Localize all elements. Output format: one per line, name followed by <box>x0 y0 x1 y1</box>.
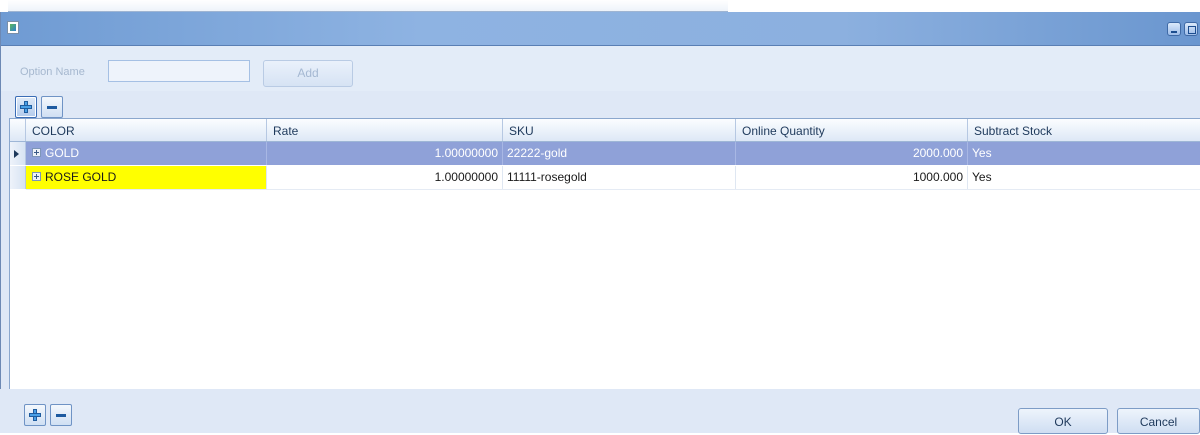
top-strip <box>0 0 1200 12</box>
header-corner <box>10 119 26 141</box>
cell-online-quantity[interactable]: 2000.000 <box>736 142 968 165</box>
cell-online-quantity[interactable]: 1000.000 <box>736 166 968 189</box>
minus-icon <box>47 106 57 109</box>
cell-subtract-stock[interactable]: Yes <box>968 166 1200 189</box>
cell-subtract-stock[interactable]: Yes <box>968 142 1200 165</box>
option-name-label: Option Name <box>20 66 85 78</box>
cell-sku[interactable]: 11111-rosegold <box>503 166 736 189</box>
minimize-icon[interactable] <box>1167 22 1181 36</box>
minus-icon <box>56 414 66 417</box>
expand-icon[interactable] <box>32 172 41 182</box>
background-tab <box>8 0 728 12</box>
col-header-rate[interactable]: Rate <box>267 119 503 141</box>
expand-icon[interactable] <box>32 148 41 158</box>
add-button[interactable]: Add <box>263 60 353 87</box>
option-name-input[interactable] <box>108 60 250 82</box>
table-row[interactable]: ROSE GOLD 1.00000000 11111-rosegold 1000… <box>26 166 1200 190</box>
title-bar <box>1 12 1200 46</box>
plus-icon <box>29 409 41 421</box>
app-icon <box>7 21 19 34</box>
grid-header: COLOR Rate SKU Online Quantity Subtract … <box>10 119 1200 142</box>
row-pointer-icon <box>14 150 19 158</box>
cell-color[interactable]: GOLD <box>26 142 267 165</box>
col-header-color[interactable]: COLOR <box>26 119 267 141</box>
col-header-sku[interactable]: SKU <box>503 119 736 141</box>
cell-color[interactable]: ROSE GOLD <box>26 166 267 189</box>
plus-icon <box>20 101 32 113</box>
cell-sku[interactable]: 22222-gold <box>503 142 736 165</box>
col-header-online-quantity[interactable]: Online Quantity <box>736 119 968 141</box>
col-header-subtract-stock[interactable]: Subtract Stock <box>968 119 1200 141</box>
remove-row-button-top[interactable] <box>41 96 63 118</box>
ok-button[interactable]: OK <box>1018 408 1108 434</box>
row-indicator[interactable] <box>10 142 26 165</box>
maximize-icon[interactable] <box>1184 22 1198 36</box>
row-indicator[interactable] <box>10 166 26 189</box>
remove-row-button-bottom[interactable] <box>50 404 72 426</box>
option-row: Option Name Add <box>1 46 1200 91</box>
add-row-button-bottom[interactable] <box>24 404 46 426</box>
cell-rate[interactable]: 1.00000000 <box>267 142 503 165</box>
cell-rate[interactable]: 1.00000000 <box>267 166 503 189</box>
options-grid: COLOR Rate SKU Online Quantity Subtract … <box>9 118 1200 390</box>
table-row[interactable]: GOLD 1.00000000 22222-gold 2000.000 Yes <box>26 142 1200 165</box>
cancel-button[interactable]: Cancel <box>1117 408 1200 434</box>
add-row-button-top[interactable] <box>15 96 37 118</box>
